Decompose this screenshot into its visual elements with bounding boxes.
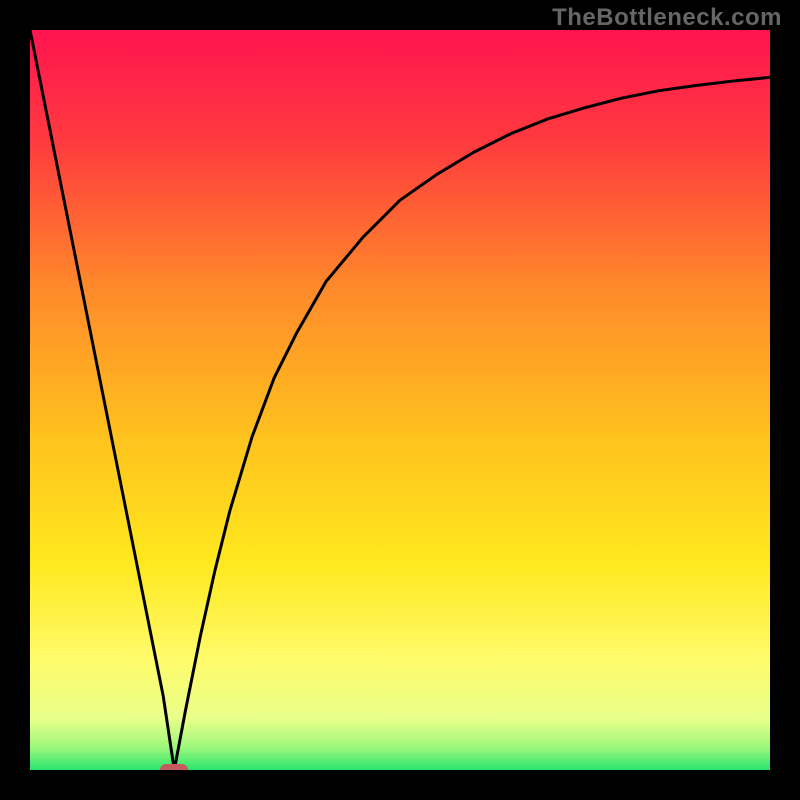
curve-path (30, 30, 770, 770)
chart-frame: TheBottleneck.com (0, 0, 800, 800)
watermark-text: TheBottleneck.com (552, 4, 782, 32)
curve-layer (30, 30, 770, 770)
plot-area (30, 30, 770, 770)
highlight-marker (160, 764, 188, 770)
